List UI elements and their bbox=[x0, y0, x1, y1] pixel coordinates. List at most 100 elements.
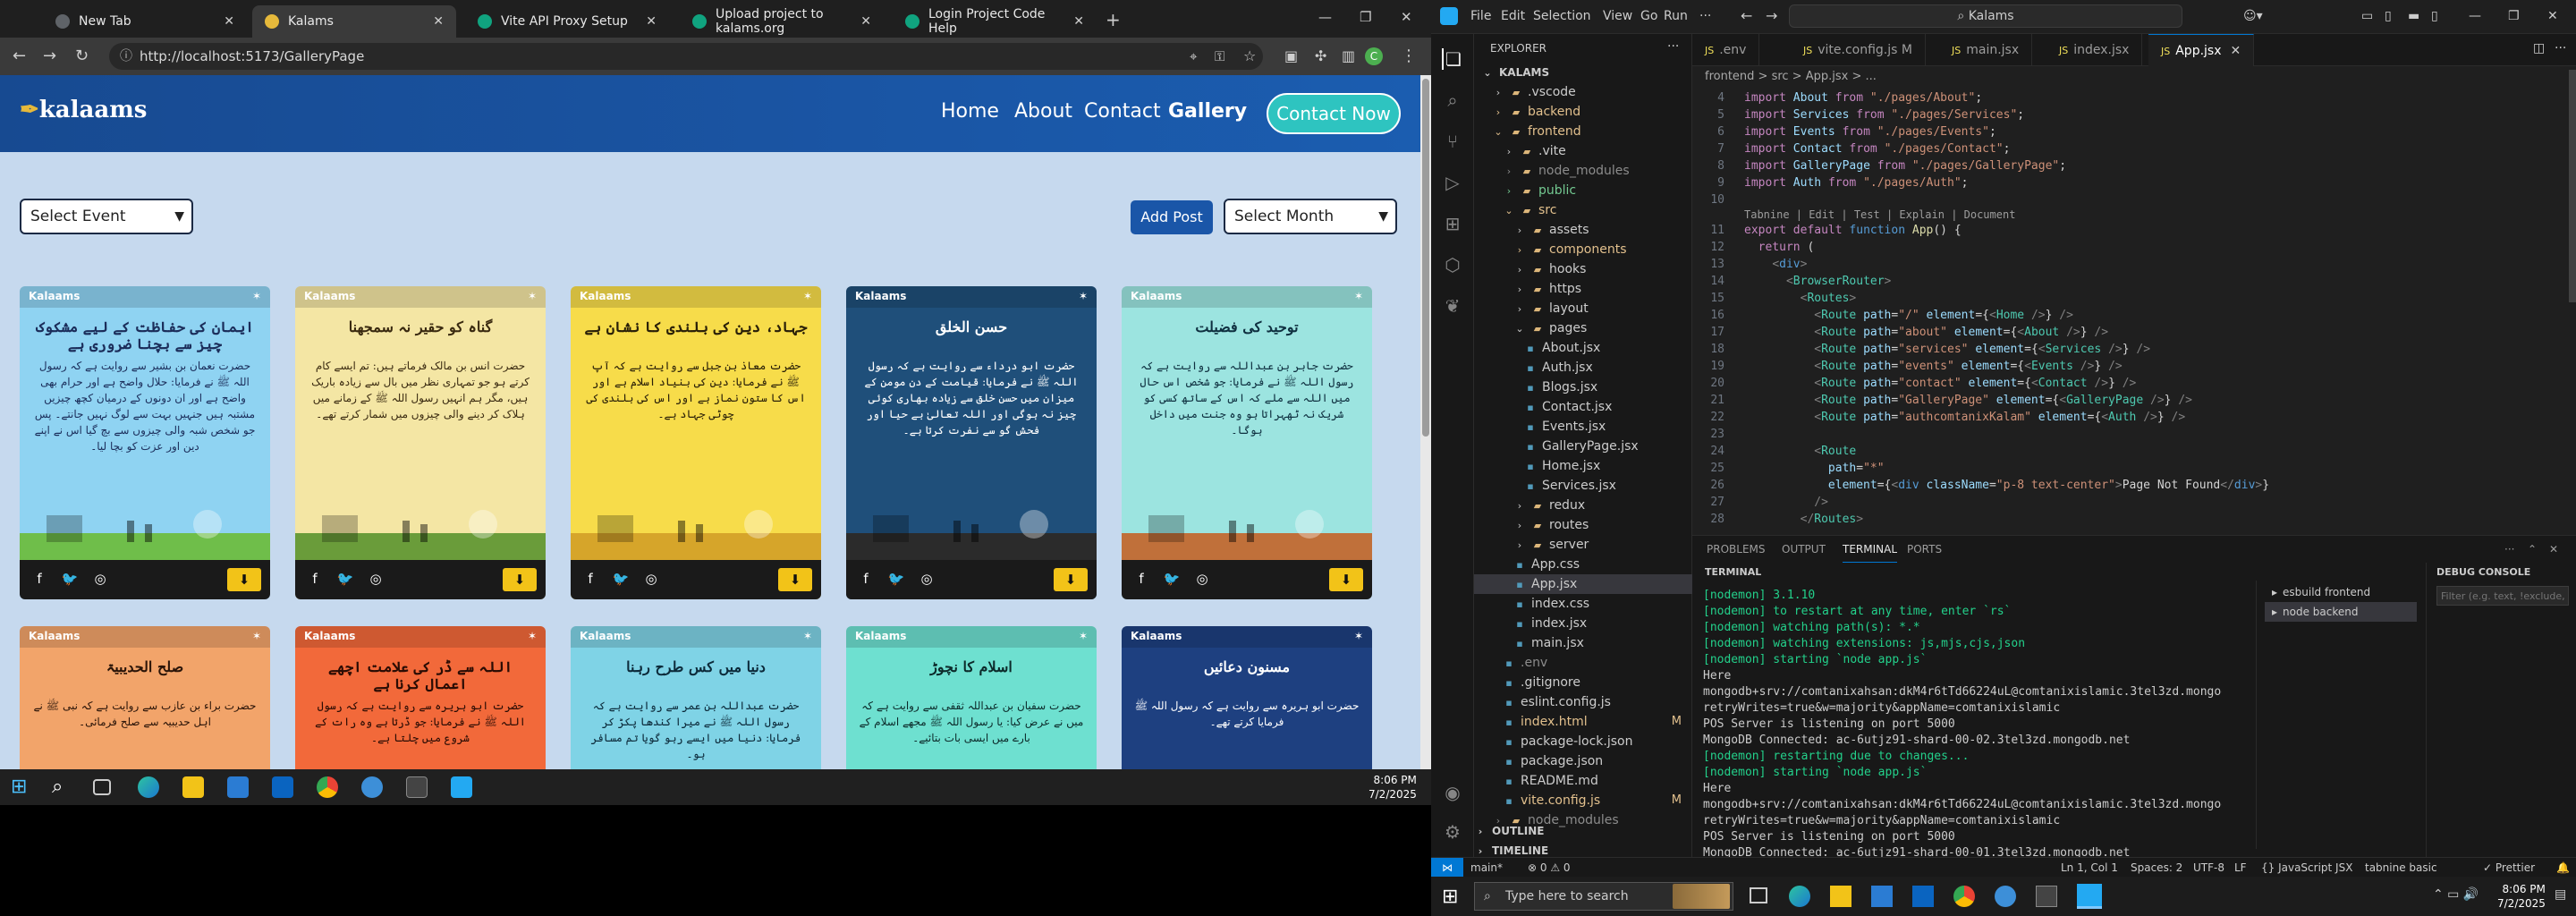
menu-run[interactable]: Run bbox=[1664, 9, 1688, 23]
browser-tab[interactable]: Kalams ✕ bbox=[252, 5, 456, 38]
chrome-icon[interactable] bbox=[317, 776, 338, 798]
task-view-icon[interactable] bbox=[93, 779, 111, 795]
twitter-icon[interactable]: 🐦 bbox=[887, 570, 905, 588]
app-icon[interactable] bbox=[361, 776, 383, 798]
editor-tab[interactable]: JS App.jsx ✕ bbox=[2148, 34, 2255, 66]
remote-indicator-icon[interactable]: ⋈ bbox=[1431, 858, 1463, 878]
tree-file[interactable]: ▪ App.css bbox=[1474, 555, 1692, 574]
profile-avatar[interactable]: C bbox=[1365, 47, 1383, 65]
menu-file[interactable]: File bbox=[1470, 9, 1491, 23]
browser-tab[interactable]: Login Project Code Help ✕ bbox=[893, 5, 1097, 38]
menu-gallery[interactable]: Gallery bbox=[1168, 100, 1247, 123]
windows-start-icon[interactable]: ⊞ bbox=[1442, 886, 1458, 908]
nav-back-icon[interactable]: ← bbox=[1741, 7, 1752, 24]
facebook-icon[interactable]: f bbox=[1132, 570, 1150, 588]
prettier-status[interactable]: ✓ Prettier bbox=[2483, 858, 2535, 878]
mail-icon[interactable] bbox=[272, 776, 293, 798]
site-info-icon[interactable]: ⓘ bbox=[120, 43, 132, 70]
store-icon[interactable] bbox=[227, 776, 249, 798]
location-icon[interactable]: ⌖ bbox=[1190, 46, 1197, 67]
gallery-card[interactable]: Kalaams ✶ حسن الخلق حضرت ابو درداء سے روایت… bbox=[846, 286, 1097, 599]
debug-filter-input[interactable] bbox=[2436, 586, 2569, 606]
remote-explorer-icon[interactable]: ⬡ bbox=[1442, 254, 1463, 276]
key-icon[interactable]: ⚿ bbox=[1215, 46, 1224, 67]
git-branch[interactable]: main* bbox=[1470, 858, 1503, 878]
chrome-icon[interactable] bbox=[1953, 886, 1975, 907]
nav-forward-icon[interactable]: → bbox=[1766, 7, 1777, 24]
gallery-card[interactable]: Kalaams ✶ توحید کی فضیلت حضرت جابر بن عبدال… bbox=[1122, 286, 1372, 599]
vscode-icon[interactable] bbox=[2077, 884, 2102, 909]
tabnine-status[interactable]: tabnine basic bbox=[2365, 858, 2437, 878]
problems-count[interactable]: ⊗ 0 ⚠ 0 bbox=[1528, 858, 1571, 878]
facebook-icon[interactable]: f bbox=[306, 570, 324, 588]
tree-folder[interactable]: › ▰ .vscode bbox=[1474, 82, 1692, 102]
extensions-icon[interactable]: ⊞ bbox=[1442, 213, 1463, 234]
minimize-icon[interactable]: — bbox=[1318, 9, 1332, 25]
more-actions-icon[interactable]: ··· bbox=[2504, 536, 2514, 563]
close-tab-icon[interactable]: ✕ bbox=[433, 14, 444, 29]
menu-selection[interactable]: Selection bbox=[1533, 9, 1591, 23]
account-icon[interactable]: ◉ bbox=[1442, 782, 1463, 803]
more-menu-icon[interactable]: ⋮ bbox=[1401, 46, 1417, 67]
mail-icon[interactable] bbox=[1912, 886, 1934, 907]
copilot-icon[interactable]: ☺▾ bbox=[2243, 9, 2263, 23]
twitter-icon[interactable]: 🐦 bbox=[336, 570, 354, 588]
tree-folder[interactable]: ⌄ KALAMS bbox=[1474, 63, 1692, 82]
more-menu-icon[interactable]: ··· bbox=[1699, 9, 1711, 23]
gallery-card[interactable]: Kalaams ✶ ایمان کی حفاظت کے لیے مشکوک چیز … bbox=[20, 286, 270, 599]
edge-icon[interactable] bbox=[138, 776, 159, 798]
breadcrumb[interactable]: frontend > src > App.jsx > ... bbox=[1705, 70, 1877, 83]
tree-folder[interactable]: › ▰ assets bbox=[1474, 220, 1692, 240]
tree-file[interactable]: ▪ Home.jsx bbox=[1474, 456, 1692, 476]
instagram-icon[interactable]: ◎ bbox=[918, 570, 936, 588]
instagram-icon[interactable]: ◎ bbox=[1193, 570, 1211, 588]
back-icon[interactable]: ← bbox=[13, 46, 26, 67]
tree-file[interactable]: ▪ GalleryPage.jsx bbox=[1474, 437, 1692, 456]
source-control-icon[interactable]: ⑂ bbox=[1442, 131, 1463, 152]
close-tab-icon[interactable]: ✕ bbox=[1073, 14, 1084, 29]
tree-file[interactable]: ▪ eslint.config.js bbox=[1474, 692, 1692, 712]
tree-folder[interactable]: › ▰ routes bbox=[1474, 515, 1692, 535]
tree-file[interactable]: ▪ index.css bbox=[1474, 594, 1692, 614]
tree-folder[interactable]: › ▰ layout bbox=[1474, 299, 1692, 318]
tree-file[interactable]: ▪ index.jsx bbox=[1474, 614, 1692, 633]
outline-section[interactable]: › OUTLINE bbox=[1474, 821, 1692, 841]
puzzle-icon[interactable]: ✣ bbox=[1315, 46, 1326, 67]
end-of-line[interactable]: LF bbox=[2234, 858, 2247, 878]
tree-file[interactable]: ▪ vite.config.js M bbox=[1474, 791, 1692, 810]
close-panel-icon[interactable]: ✕ bbox=[2549, 536, 2558, 563]
language-mode[interactable]: {} JavaScript JSX bbox=[2261, 858, 2352, 878]
download-icon[interactable]: ⬇ bbox=[227, 568, 261, 591]
search-icon[interactable]: ⌕ bbox=[1442, 89, 1463, 111]
tree-folder[interactable]: › ▰ node_modules bbox=[1474, 161, 1692, 181]
tab-output[interactable]: OUTPUT bbox=[1782, 536, 1826, 563]
toggle-secondary-icon[interactable]: ▯ bbox=[2431, 9, 2438, 23]
tree-file[interactable]: ▪ index.html M bbox=[1474, 712, 1692, 732]
command-center-search[interactable]: ⌕ Kalams bbox=[1789, 4, 2182, 28]
system-clock[interactable]: 8:06 PM 7/2/2025 bbox=[1368, 773, 1417, 802]
notification-icon[interactable]: ▤ bbox=[2555, 887, 2566, 902]
tree-folder[interactable]: › ▰ server bbox=[1474, 535, 1692, 555]
more-actions-icon[interactable]: ··· bbox=[2555, 41, 2566, 55]
tree-file[interactable]: ▪ .gitignore bbox=[1474, 673, 1692, 692]
encoding[interactable]: UTF-8 bbox=[2193, 858, 2224, 878]
tab-problems[interactable]: PROBLEMS bbox=[1707, 536, 1766, 563]
tree-file[interactable]: ▪ Events.jsx bbox=[1474, 417, 1692, 437]
forward-icon[interactable]: → bbox=[43, 46, 56, 67]
twitter-icon[interactable]: 🐦 bbox=[612, 570, 630, 588]
address-bar[interactable]: ⓘ http://localhost:5173/GalleryPage bbox=[109, 43, 1263, 70]
site-logo[interactable]: ✒kalaams bbox=[20, 97, 147, 123]
tree-folder[interactable]: › ▰ components bbox=[1474, 240, 1692, 259]
tree-file[interactable]: ▪ Contact.jsx bbox=[1474, 397, 1692, 417]
close-window-icon[interactable]: ✕ bbox=[1401, 9, 1412, 25]
toggle-sidebar-icon[interactable]: ▯ bbox=[2385, 9, 2392, 23]
windows-start-icon[interactable]: ⊞ bbox=[11, 776, 32, 798]
tree-file[interactable]: ▪ App.jsx bbox=[1474, 574, 1692, 594]
restore-icon[interactable]: ❐ bbox=[1360, 9, 1371, 25]
gallery-card[interactable]: Kalaams ✶ دنیا میں کس طرح رہنا حضرت عبداللہ… bbox=[571, 626, 821, 769]
download-icon[interactable]: ⬇ bbox=[778, 568, 812, 591]
instagram-icon[interactable]: ◎ bbox=[642, 570, 660, 588]
close-tab-icon[interactable]: ✕ bbox=[224, 14, 234, 29]
facebook-icon[interactable]: f bbox=[857, 570, 875, 588]
download-icon[interactable]: ⬇ bbox=[503, 568, 537, 591]
